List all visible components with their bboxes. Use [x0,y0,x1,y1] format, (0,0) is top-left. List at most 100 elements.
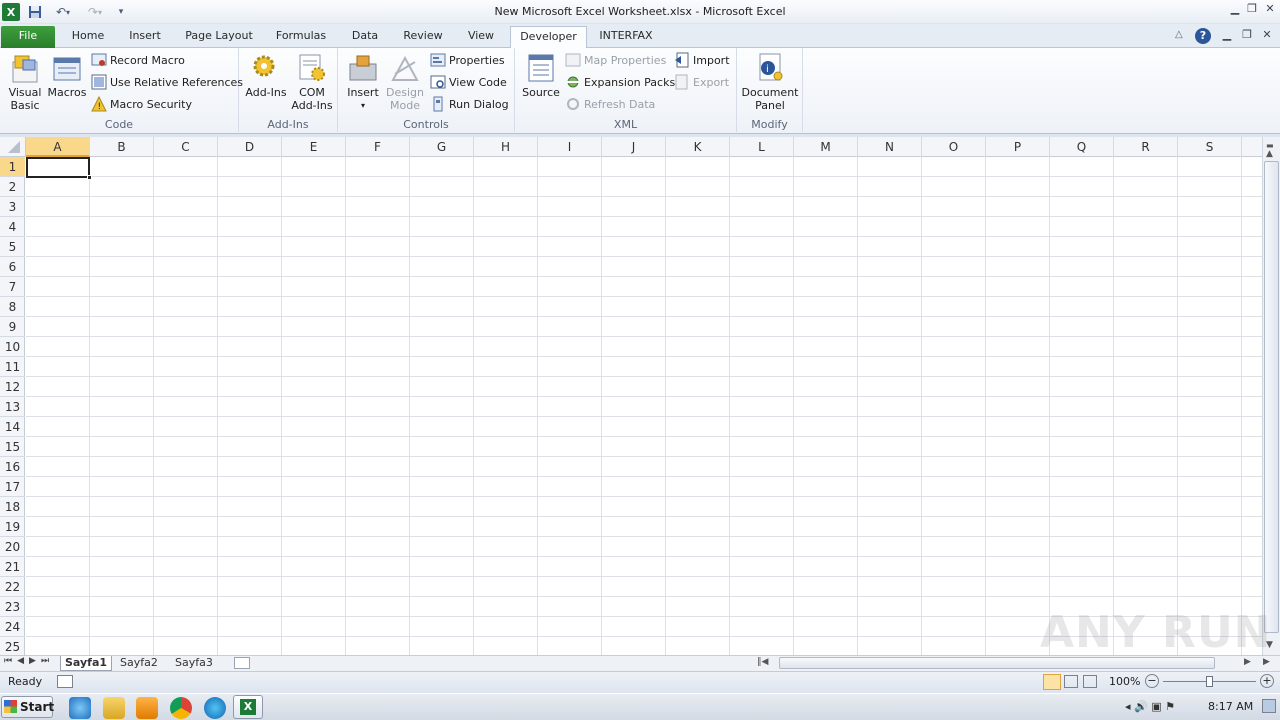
tab-data[interactable]: Data [344,26,386,48]
zoom-slider-thumb[interactable] [1206,676,1213,687]
use-relative-references-button[interactable]: Use Relative References [91,73,243,91]
vertical-scroll-thumb[interactable] [1264,161,1279,633]
minimize-icon[interactable]: ▁ [1226,2,1244,18]
explorer-icon[interactable] [103,697,125,719]
workbook-minimize-icon[interactable]: ▁ [1218,28,1236,44]
row-header-2[interactable]: 2 [0,177,25,197]
sheet-tab-sayfa2[interactable]: Sayfa2 [116,656,162,671]
column-header-e[interactable]: E [282,137,346,157]
column-header-q[interactable]: Q [1050,137,1114,157]
insert-control-button[interactable]: Insert ▾ [344,52,382,112]
scroll-up-icon[interactable]: ▲ [1266,149,1273,159]
hscroll-end-icon[interactable]: ▶ [1263,657,1270,667]
column-header-s[interactable]: S [1178,137,1242,157]
row-header-15[interactable]: 15 [0,437,25,457]
column-header-j[interactable]: J [602,137,666,157]
view-code-button[interactable]: View Code [430,73,507,91]
com-add-ins-button[interactable]: COM Add-Ins [289,52,335,112]
ribbon-minimize-icon[interactable]: △ [1175,29,1183,40]
document-panel-button[interactable]: i Document Panel [740,52,800,112]
tab-file[interactable]: File [1,26,55,48]
workbook-restore-icon[interactable]: ❐ [1238,28,1256,44]
row-header-18[interactable]: 18 [0,497,25,517]
source-button[interactable]: Source [521,52,561,99]
normal-view-icon[interactable] [1043,674,1061,690]
export-button[interactable]: Export [674,73,729,91]
row-header-22[interactable]: 22 [0,577,25,597]
expansion-packs-button[interactable]: Expansion Packs [565,73,675,91]
column-header-f[interactable]: F [346,137,410,157]
row-header-14[interactable]: 14 [0,417,25,437]
sheet-tab-sayfa3[interactable]: Sayfa3 [171,656,217,671]
column-header-c[interactable]: C [154,137,218,157]
row-header-3[interactable]: 3 [0,197,25,217]
row-header-19[interactable]: 19 [0,517,25,537]
media-player-icon[interactable] [136,697,158,719]
row-header-5[interactable]: 5 [0,237,25,257]
column-header-r[interactable]: R [1114,137,1178,157]
help-icon[interactable]: ? [1195,28,1211,44]
sheet-nav-icons[interactable]: ⏮◀▶⏭ [4,656,54,666]
properties-button[interactable]: Properties [430,51,505,69]
macros-button[interactable]: Macros [46,52,88,99]
row-header-24[interactable]: 24 [0,617,25,637]
page-break-view-icon[interactable] [1083,675,1097,688]
active-cell[interactable] [26,157,90,178]
column-header-h[interactable]: H [474,137,538,157]
scroll-right-icon[interactable]: ▶ [1244,657,1251,667]
column-header-d[interactable]: D [218,137,282,157]
add-ins-button[interactable]: Add-Ins [243,52,289,99]
taskbar-excel-button[interactable]: X [233,695,263,719]
record-macro-button[interactable]: Record Macro [91,51,185,69]
tab-formulas[interactable]: Formulas [272,26,330,48]
import-button[interactable]: Import [674,51,730,69]
fill-handle[interactable] [87,175,92,180]
tab-view[interactable]: View [460,26,502,48]
insert-sheet-icon[interactable] [234,657,250,669]
row-header-8[interactable]: 8 [0,297,25,317]
row-header-25[interactable]: 25 [0,637,25,657]
row-header-9[interactable]: 9 [0,317,25,337]
row-header-17[interactable]: 17 [0,477,25,497]
tab-review[interactable]: Review [398,26,448,48]
column-header-k[interactable]: K [666,137,730,157]
row-header-7[interactable]: 7 [0,277,25,297]
show-desktop-icon[interactable] [1262,699,1276,713]
row-header-20[interactable]: 20 [0,537,25,557]
design-mode-button[interactable]: Design Mode [383,52,427,112]
vertical-scrollbar[interactable]: ▬ ▲ ▼ [1262,137,1280,655]
chrome-icon[interactable] [170,697,192,719]
tab-page-layout[interactable]: Page Layout [180,26,258,48]
refresh-data-button[interactable]: Refresh Data [565,95,655,113]
column-header-m[interactable]: M [794,137,858,157]
visual-basic-button[interactable]: Visual Basic [4,52,46,112]
column-header-b[interactable]: B [90,137,154,157]
zoom-level[interactable]: 100% [1109,675,1140,688]
macro-record-status-icon[interactable] [57,675,73,688]
row-header-1[interactable]: 1 [0,157,25,177]
tab-interfax[interactable]: INTERFAX [594,26,658,48]
workbook-close-icon[interactable]: ✕ [1258,28,1276,44]
horizontal-scroll-thumb[interactable] [779,657,1215,669]
column-header-a[interactable]: A [26,137,90,157]
page-layout-view-icon[interactable] [1064,675,1078,688]
column-header-p[interactable]: P [986,137,1050,157]
column-header-l[interactable]: L [730,137,794,157]
tab-developer[interactable]: Developer [510,26,587,49]
select-all-button[interactable] [0,137,26,157]
close-icon[interactable]: ✕ [1261,2,1279,18]
restore-icon[interactable]: ❐ [1243,2,1261,18]
tab-home[interactable]: Home [66,26,110,48]
hscroll-split-icon[interactable]: ‖◀ [757,657,768,667]
tray-icons[interactable]: ◂ 🔊 ▣ ⚑ [1125,700,1175,713]
row-header-12[interactable]: 12 [0,377,25,397]
row-header-11[interactable]: 11 [0,357,25,377]
tab-insert[interactable]: Insert [124,26,166,48]
row-header-16[interactable]: 16 [0,457,25,477]
row-header-13[interactable]: 13 [0,397,25,417]
row-header-10[interactable]: 10 [0,337,25,357]
row-header-23[interactable]: 23 [0,597,25,617]
column-header-g[interactable]: G [410,137,474,157]
column-header-o[interactable]: O [922,137,986,157]
run-dialog-button[interactable]: Run Dialog [430,95,509,113]
